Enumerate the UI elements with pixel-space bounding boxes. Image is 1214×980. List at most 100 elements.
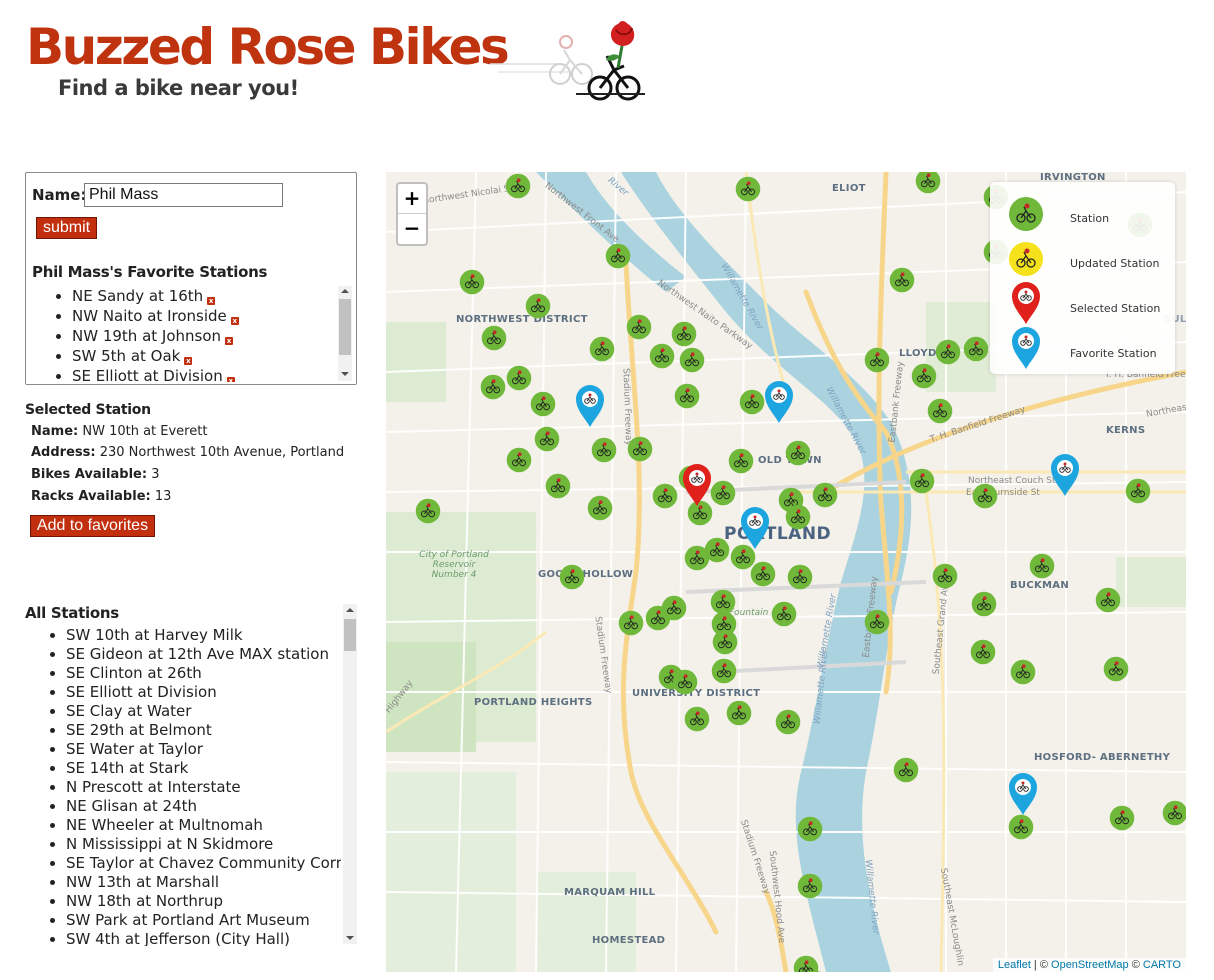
station-list-item[interactable]: N Prescott at Interstate (66, 778, 341, 797)
bike-station-icon[interactable] (785, 440, 811, 466)
favorite-item-label[interactable]: NW Naito at Ironside (72, 307, 227, 325)
bike-station-icon[interactable] (1103, 656, 1129, 682)
bike-station-icon[interactable] (480, 374, 506, 400)
station-list-item[interactable]: NW 18th at Northrup (66, 892, 341, 911)
bike-station-icon[interactable] (909, 468, 935, 494)
submit-button[interactable]: submit (36, 217, 97, 239)
scroll-up-icon[interactable] (341, 289, 349, 293)
bike-station-icon[interactable] (1095, 587, 1121, 613)
station-map[interactable]: PORTLAND NORTHWEST DISTRICT IRVINGTON EL… (386, 172, 1186, 972)
bike-station-icon[interactable] (661, 595, 687, 621)
bike-station-icon[interactable] (935, 339, 961, 365)
bike-station-icon[interactable] (649, 343, 675, 369)
bike-station-icon[interactable] (1162, 800, 1186, 826)
bike-station-icon[interactable] (481, 325, 507, 351)
favorite-item-label[interactable]: SE Elliott at Division (72, 367, 223, 382)
bike-station-icon[interactable] (589, 336, 615, 362)
favorite-station-pin-icon[interactable] (1008, 772, 1038, 816)
bike-station-icon[interactable] (735, 176, 761, 202)
favorites-list-container[interactable]: NE Sandy at 16thx NW Naito at Ironsidex … (26, 286, 356, 382)
add-to-favorites-button[interactable]: Add to favorites (30, 515, 155, 537)
carto-link[interactable]: CARTO (1143, 959, 1181, 971)
station-list-item[interactable]: NE Wheeler at Multnomah (66, 816, 341, 835)
station-list-item[interactable]: SE Clinton at 26th (66, 664, 341, 683)
bike-station-icon[interactable] (674, 383, 700, 409)
scroll-down-icon[interactable] (341, 372, 349, 376)
favorite-station-pin-icon[interactable] (764, 380, 794, 424)
bike-station-icon[interactable] (797, 816, 823, 842)
bike-station-icon[interactable] (802, 970, 828, 972)
favorite-item[interactable]: SE Elliott at Divisionx (72, 366, 356, 382)
station-list-item[interactable]: NE Glisan at 24th (66, 797, 341, 816)
bike-station-icon[interactable] (712, 629, 738, 655)
bike-station-icon[interactable] (627, 436, 653, 462)
bike-station-icon[interactable] (963, 336, 989, 362)
station-list-item[interactable]: SW 4th at Jefferson (City Hall) (66, 930, 341, 946)
bike-station-icon[interactable] (970, 639, 996, 665)
bike-station-icon[interactable] (864, 347, 890, 373)
bike-station-icon[interactable] (587, 495, 613, 521)
station-list-item[interactable]: N Mississippi at N Skidmore (66, 835, 341, 854)
name-input[interactable] (84, 183, 283, 207)
bike-station-icon[interactable] (797, 873, 823, 899)
favorite-item[interactable]: SW 5th at Oak x (72, 346, 356, 366)
favorite-item[interactable]: NW 19th at Johnson x (72, 326, 356, 346)
bike-station-icon[interactable] (559, 564, 585, 590)
station-list-item[interactable]: SE Gideon at 12th Ave MAX station (66, 645, 341, 664)
bike-station-icon[interactable] (618, 610, 644, 636)
favorite-item[interactable]: NE Sandy at 16th x (72, 286, 356, 306)
bike-station-icon[interactable] (932, 563, 958, 589)
bike-station-icon[interactable] (972, 483, 998, 509)
station-list-item[interactable]: SE 14th at Stark (66, 759, 341, 778)
bike-station-icon[interactable] (525, 293, 551, 319)
remove-favorite-icon[interactable]: x (226, 377, 235, 382)
openstreetmap-link[interactable]: OpenStreetMap (1051, 959, 1129, 971)
station-list-item[interactable]: SW Park at Portland Art Museum (66, 911, 341, 930)
station-list-item[interactable]: SW 10th at Harvey Milk (66, 626, 341, 645)
bike-station-icon[interactable] (711, 658, 737, 684)
favorite-item-label[interactable]: SW 5th at Oak (72, 347, 180, 365)
bike-station-icon[interactable] (652, 483, 678, 509)
station-list-item[interactable]: SE Clay at Water (66, 702, 341, 721)
scroll-down-icon[interactable] (346, 936, 354, 940)
bike-station-icon[interactable] (545, 473, 571, 499)
zoom-in-button[interactable]: + (398, 184, 426, 214)
bike-station-icon[interactable] (534, 426, 560, 452)
bike-station-icon[interactable] (1125, 478, 1151, 504)
bike-station-icon[interactable] (971, 591, 997, 617)
bike-station-icon[interactable] (459, 269, 485, 295)
remove-favorite-icon[interactable]: x (207, 297, 216, 305)
station-list-item[interactable]: SE Taylor at Chavez Community Corral (66, 854, 341, 873)
bike-station-icon[interactable] (1109, 805, 1135, 831)
bike-station-icon[interactable] (672, 669, 698, 695)
station-list-item[interactable]: NW 13th at Marshall (66, 873, 341, 892)
remove-favorite-icon[interactable]: x (184, 357, 193, 365)
station-list-item[interactable]: SE Elliott at Division (66, 683, 341, 702)
favorite-station-pin-icon[interactable] (575, 384, 605, 428)
bike-station-icon[interactable] (710, 480, 736, 506)
bike-station-icon[interactable] (728, 448, 754, 474)
leaflet-link[interactable]: Leaflet (998, 959, 1031, 971)
favorites-scrollbar[interactable] (338, 286, 352, 381)
bike-station-icon[interactable] (415, 498, 441, 524)
all-stations-scrollbar[interactable] (343, 604, 357, 944)
bike-station-icon[interactable] (771, 601, 797, 627)
bike-station-icon[interactable] (530, 391, 556, 417)
remove-favorite-icon[interactable]: x (225, 337, 234, 345)
bike-station-icon[interactable] (684, 545, 710, 571)
favorite-station-pin-icon[interactable] (740, 506, 770, 550)
bike-station-icon[interactable] (626, 314, 652, 340)
bike-station-icon[interactable] (927, 398, 953, 424)
favorite-item[interactable]: NW Naito at Ironsidex (72, 306, 356, 326)
bike-station-icon[interactable] (911, 363, 937, 389)
bike-station-icon[interactable] (1029, 553, 1055, 579)
favorite-item-label[interactable]: NW 19th at Johnson (72, 327, 221, 345)
bike-station-icon[interactable] (591, 437, 617, 463)
bike-station-icon[interactable] (750, 561, 776, 587)
zoom-out-button[interactable]: − (398, 214, 426, 243)
remove-favorite-icon[interactable]: x (230, 317, 239, 325)
bike-station-icon[interactable] (812, 482, 838, 508)
bike-station-icon[interactable] (775, 709, 801, 735)
bike-station-icon[interactable] (505, 173, 531, 199)
favorite-item-label[interactable]: NE Sandy at 16th (72, 287, 203, 305)
